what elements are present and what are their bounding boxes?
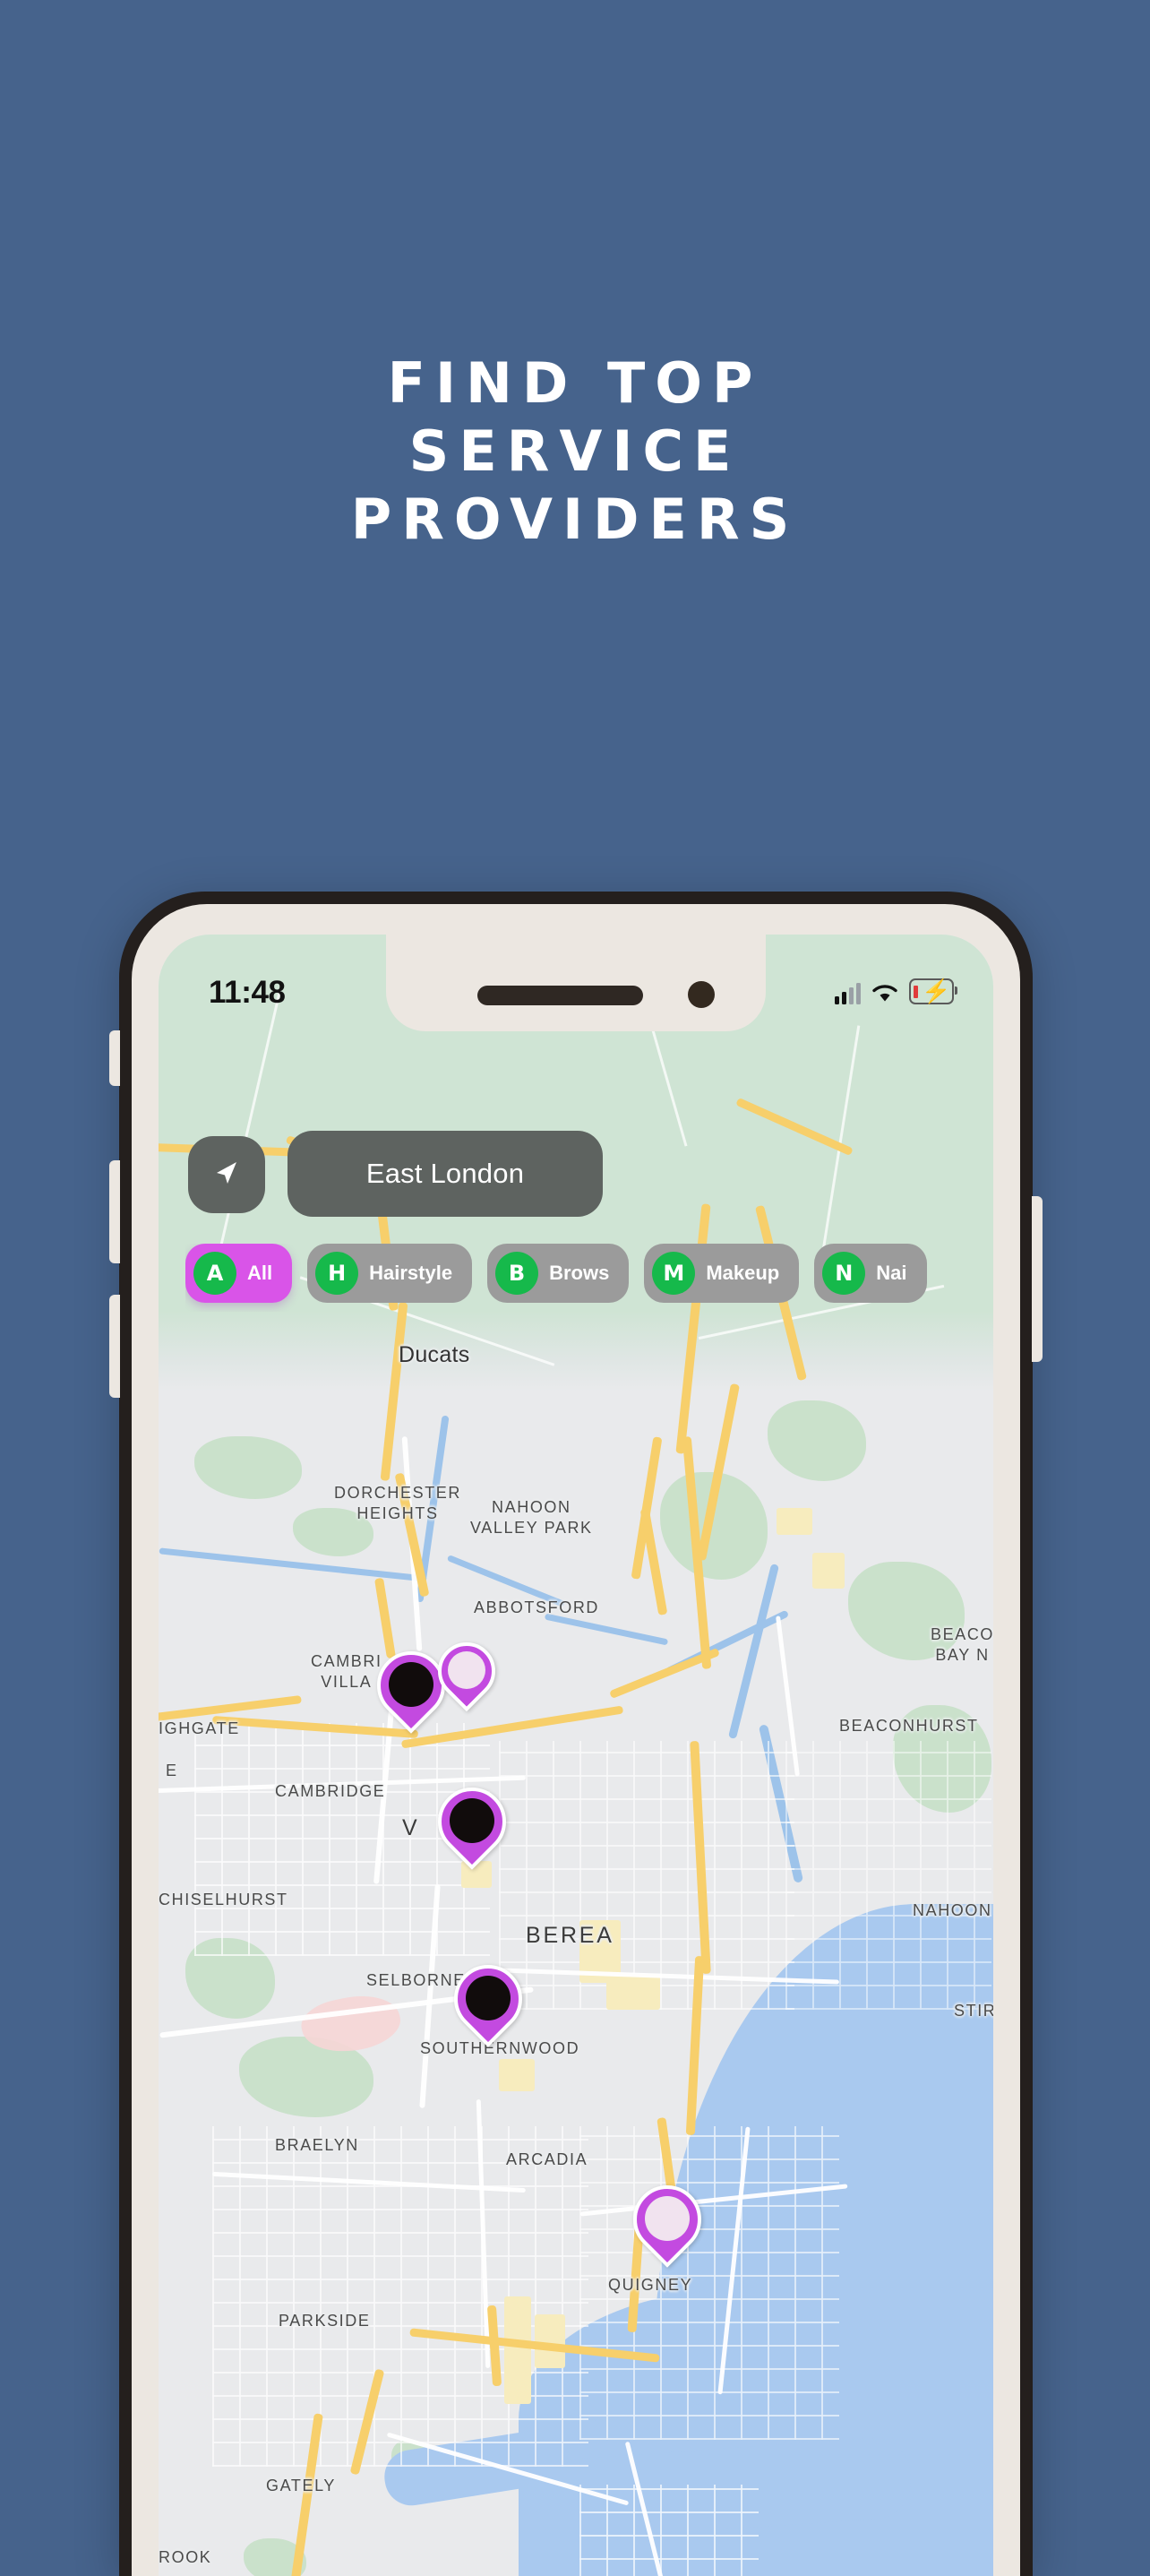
category-chip-hairstyle[interactable]: H Hairstyle — [307, 1244, 473, 1303]
map-area-label: BEACO BAY N — [931, 1625, 993, 1664]
category-brows-icon: B — [495, 1252, 539, 1295]
map-area-label: STIRLI — [954, 2002, 993, 2020]
volume-down-button[interactable] — [109, 1295, 120, 1398]
category-all-icon: A — [193, 1252, 236, 1295]
map-park-patch — [768, 1400, 866, 1481]
map-area-label: GATELY — [266, 2477, 336, 2494]
provider-pin-cambridge-village-2[interactable] — [425, 1630, 508, 1716]
phone-mockup: Ducats DORCHESTER HEIGHTS NAHOON VALLEY PA… — [109, 892, 1043, 2576]
map-canvas[interactable]: Ducats DORCHESTER HEIGHTS NAHOON VALLEY PA… — [159, 935, 993, 2576]
map-area-label: QUIGNEY — [608, 2276, 693, 2294]
promo-heading-line-1: FIND TOP — [387, 350, 763, 416]
map-building-block — [499, 2059, 535, 2091]
map-street-grid — [785, 1741, 991, 2010]
map-area-label: BRAELYN — [275, 2136, 359, 2154]
map-area-label: E — [166, 1762, 178, 1779]
map-building-block — [812, 1553, 845, 1589]
category-chip-label: Makeup — [706, 1262, 780, 1284]
category-chip-label: All — [247, 1262, 273, 1284]
navigation-arrow-icon — [209, 1155, 245, 1195]
status-time: 11:48 — [209, 975, 286, 1010]
category-chip-label: Hairstyle — [369, 1262, 453, 1284]
provider-pin-vincent[interactable] — [424, 1773, 520, 1874]
map-area-label: Ducats — [399, 1342, 470, 1367]
status-bar: 11:48 ⚡ — [159, 935, 993, 1031]
map-area-label: CAMBRI VILLA — [311, 1652, 382, 1691]
locate-me-button[interactable] — [188, 1136, 265, 1213]
map-river — [159, 1547, 427, 1582]
map-area-label: DORCHESTER HEIGHTS — [334, 1484, 462, 1522]
provider-pin-quigney[interactable] — [619, 2171, 716, 2271]
category-chip-all[interactable]: A All — [185, 1244, 293, 1303]
category-chip-makeup[interactable]: M Makeup — [644, 1244, 800, 1303]
map-area-label: ROOK — [159, 2548, 212, 2566]
phone-screen: Ducats DORCHESTER HEIGHTS NAHOON VALLEY PA… — [159, 935, 993, 2576]
category-filter-row[interactable]: A All H Hairstyle B Brows M Makeup N Nai — [185, 1244, 993, 1312]
map-building-block — [606, 1974, 660, 2010]
map-area-label: NAHOON VALLEY PARK — [470, 1498, 593, 1537]
map-area-label: IGHGATE — [159, 1719, 240, 1737]
map-area-label: NAHOON — [913, 1901, 992, 1919]
category-chip-label: Nai — [876, 1262, 907, 1284]
category-chip-nai[interactable]: N Nai — [814, 1244, 927, 1303]
provider-pin-cambridge-village-1[interactable] — [363, 1637, 459, 1737]
provider-avatar — [448, 1651, 485, 1689]
power-button[interactable] — [1032, 1196, 1043, 1362]
map-building-block — [504, 2296, 531, 2404]
map-area-label: PARKSIDE — [279, 2312, 371, 2330]
map-park-patch — [194, 1436, 302, 1499]
status-indicators: ⚡ — [835, 976, 957, 1004]
category-chip-label: Brows — [549, 1262, 610, 1284]
category-nails-icon: N — [822, 1252, 866, 1295]
front-camera-icon — [688, 981, 715, 1008]
location-search-field[interactable]: East London — [288, 1131, 603, 1217]
category-hairstyle-icon: H — [315, 1252, 359, 1295]
map-area-label: BEREA — [526, 1923, 614, 1948]
provider-pin-southernwood[interactable] — [440, 1951, 536, 2051]
map-vegetation-fade — [159, 1311, 993, 1391]
provider-avatar — [450, 1798, 494, 1843]
map-area-label: ARCADIA — [506, 2150, 588, 2168]
map-building-block — [777, 1508, 812, 1535]
map-highway — [374, 1577, 396, 1659]
map-area-label: CHISELHURST — [159, 1891, 288, 1908]
map-area-label: CAMBRIDGE — [275, 1782, 386, 1800]
earpiece-speaker — [477, 986, 643, 1005]
map-area-label: ABBOTSFORD — [474, 1598, 600, 1616]
provider-avatar — [466, 1976, 511, 2020]
provider-avatar — [389, 1662, 433, 1707]
promo-heading: FIND TOP SERVICE PROVIDERS — [0, 349, 1150, 554]
promo-heading-line-3: PROVIDERS — [350, 487, 800, 552]
map-area-label: BEACONHURST — [839, 1717, 979, 1735]
silent-switch-button[interactable] — [109, 1030, 120, 1086]
volume-up-button[interactable] — [109, 1160, 120, 1263]
location-search-value: East London — [365, 1158, 525, 1189]
map-river — [727, 1563, 780, 1740]
battery-charging-icon: ⚡ — [909, 978, 957, 1004]
cellular-signal-icon — [835, 983, 861, 1004]
wifi-icon — [871, 983, 898, 1004]
category-chip-brows[interactable]: B Brows — [487, 1244, 630, 1303]
phone-bezel: Ducats DORCHESTER HEIGHTS NAHOON VALLEY PA… — [132, 904, 1020, 2576]
promo-heading-line-2: SERVICE — [408, 418, 742, 484]
map-area-label: SELBORNE — [366, 1971, 466, 1989]
provider-avatar — [645, 2196, 690, 2241]
category-makeup-icon: M — [652, 1252, 696, 1295]
